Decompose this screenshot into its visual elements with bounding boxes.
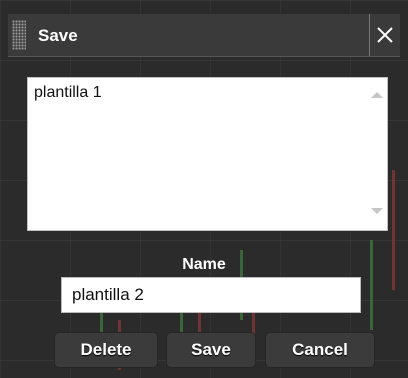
candlestick xyxy=(370,240,373,330)
name-label: Name xyxy=(182,256,226,273)
delete-button[interactable]: Delete xyxy=(54,332,158,368)
list-item[interactable]: plantilla 1 xyxy=(34,84,102,102)
grip-icon[interactable] xyxy=(12,20,26,50)
cancel-button[interactable]: Cancel xyxy=(265,332,375,368)
saved-templates-list[interactable]: plantilla 1 xyxy=(27,77,388,231)
dialog-title: Save xyxy=(38,26,78,45)
name-input[interactable] xyxy=(61,277,361,313)
arrow-down-icon[interactable] xyxy=(371,208,383,214)
list-scrollbar[interactable] xyxy=(363,78,387,230)
dialog-titlebar[interactable]: Save xyxy=(8,14,400,57)
save-button[interactable]: Save xyxy=(166,332,256,368)
arrow-up-icon[interactable] xyxy=(371,92,383,98)
close-icon xyxy=(377,27,393,43)
close-button[interactable] xyxy=(369,14,400,56)
